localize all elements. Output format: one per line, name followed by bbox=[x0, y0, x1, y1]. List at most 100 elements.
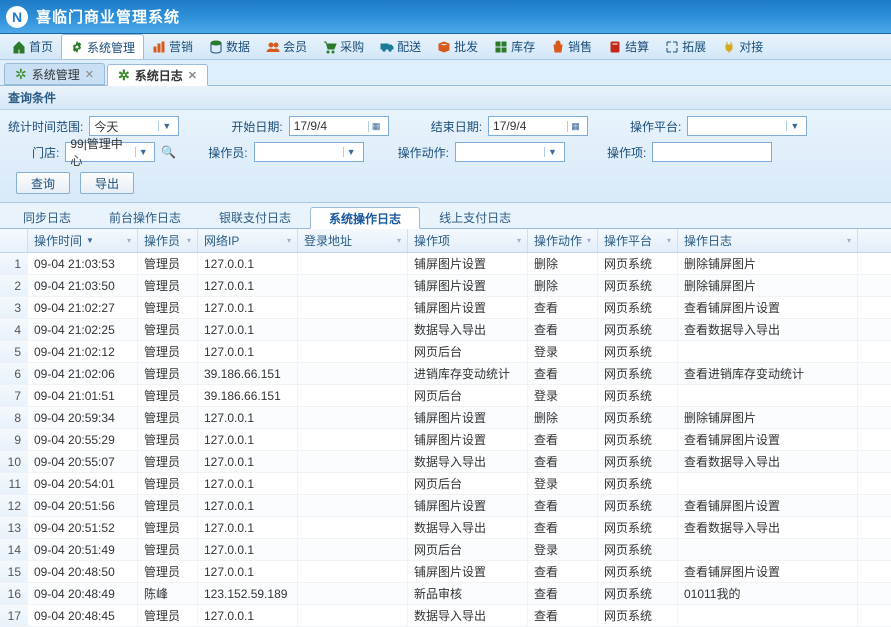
column-menu-icon[interactable]: ▾ bbox=[187, 236, 191, 245]
search-icon[interactable]: 🔍 bbox=[161, 145, 176, 159]
column-header[interactable]: 操作时间▼▾ bbox=[28, 229, 138, 252]
column-menu-icon[interactable]: ▾ bbox=[517, 236, 521, 245]
db-icon bbox=[209, 40, 223, 54]
table-row[interactable]: 1309-04 20:51:52管理员127.0.0.1数据导入导出查看网页系统… bbox=[0, 517, 891, 539]
cell-ip: 127.0.0.1 bbox=[198, 539, 298, 560]
export-button[interactable]: 导出 bbox=[80, 172, 134, 194]
table-row[interactable]: 1709-04 20:48:45管理员127.0.0.1数据导入导出查看网页系统 bbox=[0, 605, 891, 627]
log-tab[interactable]: 银联支付日志 bbox=[200, 206, 310, 228]
column-header[interactable]: 操作动作▾ bbox=[528, 229, 598, 252]
menu-users[interactable]: 会员 bbox=[258, 34, 315, 59]
time-range-select[interactable]: 今天▼ bbox=[89, 116, 179, 136]
column-menu-icon[interactable]: ▾ bbox=[587, 236, 591, 245]
column-menu-icon[interactable]: ▾ bbox=[287, 236, 291, 245]
log-tab[interactable]: 线上支付日志 bbox=[420, 206, 530, 228]
table-row[interactable]: 609-04 21:02:06管理员39.186.66.151进销库存变动统计查… bbox=[0, 363, 891, 385]
operator-select[interactable]: ▼ bbox=[254, 142, 364, 162]
menu-stock[interactable]: 库存 bbox=[486, 34, 543, 59]
column-header[interactable]: 操作员▾ bbox=[138, 229, 198, 252]
table-row[interactable]: 209-04 21:03:50管理员127.0.0.1铺屏图片设置删除网页系统删… bbox=[0, 275, 891, 297]
cell-platform: 网页系统 bbox=[598, 407, 678, 428]
cell-ip: 127.0.0.1 bbox=[198, 253, 298, 274]
cell-ip: 123.152.59.189 bbox=[198, 583, 298, 604]
action-select[interactable]: ▼ bbox=[455, 142, 565, 162]
sort-desc-icon: ▼ bbox=[86, 236, 94, 245]
tab-label: 系统管理 bbox=[32, 66, 80, 83]
platform-select[interactable]: ▼ bbox=[687, 116, 807, 136]
cell-time: 09-04 21:02:25 bbox=[28, 319, 138, 340]
column-header[interactable]: 登录地址▾ bbox=[298, 229, 408, 252]
table-row[interactable]: 1209-04 20:51:56管理员127.0.0.1铺屏图片设置查看网页系统… bbox=[0, 495, 891, 517]
cell-address bbox=[298, 495, 408, 516]
search-button[interactable]: 查询 bbox=[16, 172, 70, 194]
cell-operator: 管理员 bbox=[138, 451, 198, 472]
menu-label: 首页 bbox=[29, 38, 53, 55]
column-menu-icon[interactable]: ▾ bbox=[667, 236, 671, 245]
close-icon[interactable]: ✕ bbox=[188, 69, 197, 82]
menu-plug[interactable]: 对接 bbox=[714, 34, 771, 59]
log-tab[interactable]: 系统操作日志 bbox=[310, 207, 420, 229]
menu-gear[interactable]: 系统管理 bbox=[61, 34, 144, 59]
row-number: 5 bbox=[0, 341, 28, 362]
column-header[interactable]: 网络IP▾ bbox=[198, 229, 298, 252]
calc-icon bbox=[608, 40, 622, 54]
table-row[interactable]: 1109-04 20:54:01管理员127.0.0.1网页后台登录网页系统 bbox=[0, 473, 891, 495]
row-number: 17 bbox=[0, 605, 28, 626]
cell-ip: 39.186.66.151 bbox=[198, 363, 298, 384]
cell-item: 铺屏图片设置 bbox=[408, 407, 528, 428]
menu-home[interactable]: 首页 bbox=[4, 34, 61, 59]
column-header[interactable]: 操作日志▾ bbox=[678, 229, 858, 252]
tab-系统管理[interactable]: ✲系统管理✕ bbox=[4, 63, 105, 85]
menu-truck[interactable]: 配送 bbox=[372, 34, 429, 59]
menu-cart[interactable]: 采购 bbox=[315, 34, 372, 59]
cell-operator: 管理员 bbox=[138, 253, 198, 274]
log-tab[interactable]: 前台操作日志 bbox=[90, 206, 200, 228]
cell-operator: 管理员 bbox=[138, 407, 198, 428]
query-form: 统计时间范围: 今天▼ 开始日期: 17/9/4▦ 结束日期: 17/9/4▦ … bbox=[0, 110, 891, 203]
store-select[interactable]: 99|管理中心▼ bbox=[65, 142, 155, 162]
menu-box[interactable]: 批发 bbox=[429, 34, 486, 59]
chevron-down-icon: ▼ bbox=[786, 121, 802, 131]
column-menu-icon[interactable]: ▾ bbox=[847, 236, 851, 245]
action-label: 操作动作: bbox=[398, 144, 449, 161]
plug-icon bbox=[722, 40, 736, 54]
cell-operator: 管理员 bbox=[138, 473, 198, 494]
menu-label: 结算 bbox=[625, 38, 649, 55]
log-tab[interactable]: 同步日志 bbox=[4, 206, 90, 228]
table-row[interactable]: 1409-04 20:51:49管理员127.0.0.1网页后台登录网页系统 bbox=[0, 539, 891, 561]
cell-ip: 127.0.0.1 bbox=[198, 429, 298, 450]
table-row[interactable]: 309-04 21:02:27管理员127.0.0.1铺屏图片设置查看网页系统查… bbox=[0, 297, 891, 319]
column-menu-icon[interactable]: ▾ bbox=[397, 236, 401, 245]
cell-address bbox=[298, 363, 408, 384]
table-row[interactable]: 1609-04 20:48:49陈峰123.152.59.189新品审核查看网页… bbox=[0, 583, 891, 605]
table-row[interactable]: 909-04 20:55:29管理员127.0.0.1铺屏图片设置查看网页系统查… bbox=[0, 429, 891, 451]
item-input[interactable] bbox=[652, 142, 772, 162]
cell-log: 查看数据导入导出 bbox=[678, 319, 858, 340]
start-date-input[interactable]: 17/9/4▦ bbox=[289, 116, 389, 136]
cell-item: 网页后台 bbox=[408, 385, 528, 406]
stock-icon bbox=[494, 40, 508, 54]
menu-chart[interactable]: 营销 bbox=[144, 34, 201, 59]
menu-db[interactable]: 数据 bbox=[201, 34, 258, 59]
menu-calc[interactable]: 结算 bbox=[600, 34, 657, 59]
close-icon[interactable]: ✕ bbox=[85, 68, 94, 81]
menu-expand[interactable]: 拓展 bbox=[657, 34, 714, 59]
tab-系统日志[interactable]: ✲系统日志✕ bbox=[107, 64, 208, 86]
menu-bag[interactable]: 销售 bbox=[543, 34, 600, 59]
table-row[interactable]: 509-04 21:02:12管理员127.0.0.1网页后台登录网页系统 bbox=[0, 341, 891, 363]
table-row[interactable]: 109-04 21:03:53管理员127.0.0.1铺屏图片设置删除网页系统删… bbox=[0, 253, 891, 275]
cart-icon bbox=[323, 40, 337, 54]
table-row[interactable]: 1509-04 20:48:50管理员127.0.0.1铺屏图片设置查看网页系统… bbox=[0, 561, 891, 583]
cell-operator: 管理员 bbox=[138, 363, 198, 384]
row-number: 2 bbox=[0, 275, 28, 296]
cell-action: 查看 bbox=[528, 495, 598, 516]
column-header[interactable]: 操作平台▾ bbox=[598, 229, 678, 252]
menu-label: 拓展 bbox=[682, 38, 706, 55]
column-menu-icon[interactable]: ▾ bbox=[127, 236, 131, 245]
table-row[interactable]: 1009-04 20:55:07管理员127.0.0.1数据导入导出查看网页系统… bbox=[0, 451, 891, 473]
table-row[interactable]: 809-04 20:59:34管理员127.0.0.1铺屏图片设置删除网页系统删… bbox=[0, 407, 891, 429]
column-header[interactable]: 操作项▾ bbox=[408, 229, 528, 252]
table-row[interactable]: 409-04 21:02:25管理员127.0.0.1数据导入导出查看网页系统查… bbox=[0, 319, 891, 341]
end-date-input[interactable]: 17/9/4▦ bbox=[488, 116, 588, 136]
table-row[interactable]: 709-04 21:01:51管理员39.186.66.151网页后台登录网页系… bbox=[0, 385, 891, 407]
